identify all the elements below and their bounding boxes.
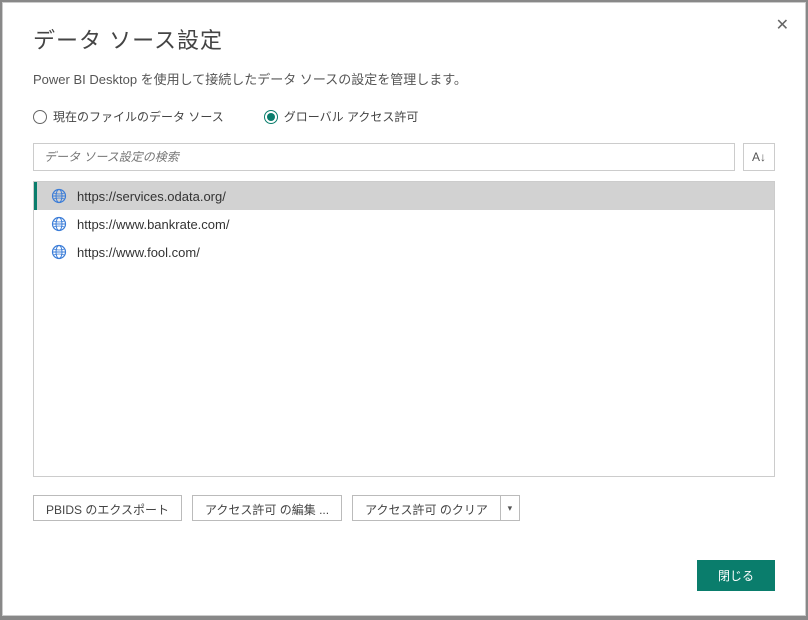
sort-button[interactable]: A↓ — [743, 143, 775, 171]
data-source-list: https://services.odata.org/ https://www.… — [33, 181, 775, 477]
clear-permissions-button[interactable]: アクセス許可 のクリア — [352, 495, 500, 521]
globe-icon — [51, 216, 67, 232]
radio-icon — [33, 110, 47, 124]
close-button[interactable]: 閉じる — [697, 560, 775, 591]
radio-icon — [264, 110, 278, 124]
radio-label: グローバル アクセス許可 — [284, 108, 419, 125]
radio-global-permissions[interactable]: グローバル アクセス許可 — [264, 108, 419, 125]
source-url: https://services.odata.org/ — [77, 189, 226, 204]
list-item[interactable]: https://www.fool.com/ — [34, 238, 774, 266]
data-source-settings-dialog: ✕ データ ソース設定 Power BI Desktop を使用して接続したデー… — [2, 2, 806, 616]
dialog-title: データ ソース設定 — [33, 23, 775, 55]
radio-current-file[interactable]: 現在のファイルのデータ ソース — [33, 108, 224, 125]
radio-label: 現在のファイルのデータ ソース — [53, 108, 224, 125]
clear-permissions-dropdown[interactable]: ▾ — [500, 495, 520, 521]
sort-icon: A↓ — [752, 150, 766, 164]
dialog-footer: 閉じる — [697, 560, 775, 591]
list-item[interactable]: https://services.odata.org/ — [34, 182, 774, 210]
dialog-content: データ ソース設定 Power BI Desktop を使用して接続したデータ … — [3, 3, 805, 541]
list-item[interactable]: https://www.bankrate.com/ — [34, 210, 774, 238]
globe-icon — [51, 188, 67, 204]
export-pbids-button[interactable]: PBIDS のエクスポート — [33, 495, 182, 521]
dialog-subtitle: Power BI Desktop を使用して接続したデータ ソースの設定を管理し… — [33, 69, 775, 88]
action-button-row: PBIDS のエクスポート アクセス許可 の編集 ... アクセス許可 のクリア… — [33, 495, 775, 521]
clear-permissions-split: アクセス許可 のクリア ▾ — [352, 495, 520, 521]
source-url: https://www.bankrate.com/ — [77, 217, 229, 232]
source-url: https://www.fool.com/ — [77, 245, 200, 260]
globe-icon — [51, 244, 67, 260]
close-icon[interactable]: ✕ — [772, 11, 793, 39]
search-input[interactable] — [33, 143, 735, 171]
scope-radio-group: 現在のファイルのデータ ソース グローバル アクセス許可 — [33, 108, 775, 125]
search-row: A↓ — [33, 143, 775, 171]
edit-permissions-button[interactable]: アクセス許可 の編集 ... — [192, 495, 342, 521]
chevron-down-icon: ▾ — [508, 503, 513, 514]
